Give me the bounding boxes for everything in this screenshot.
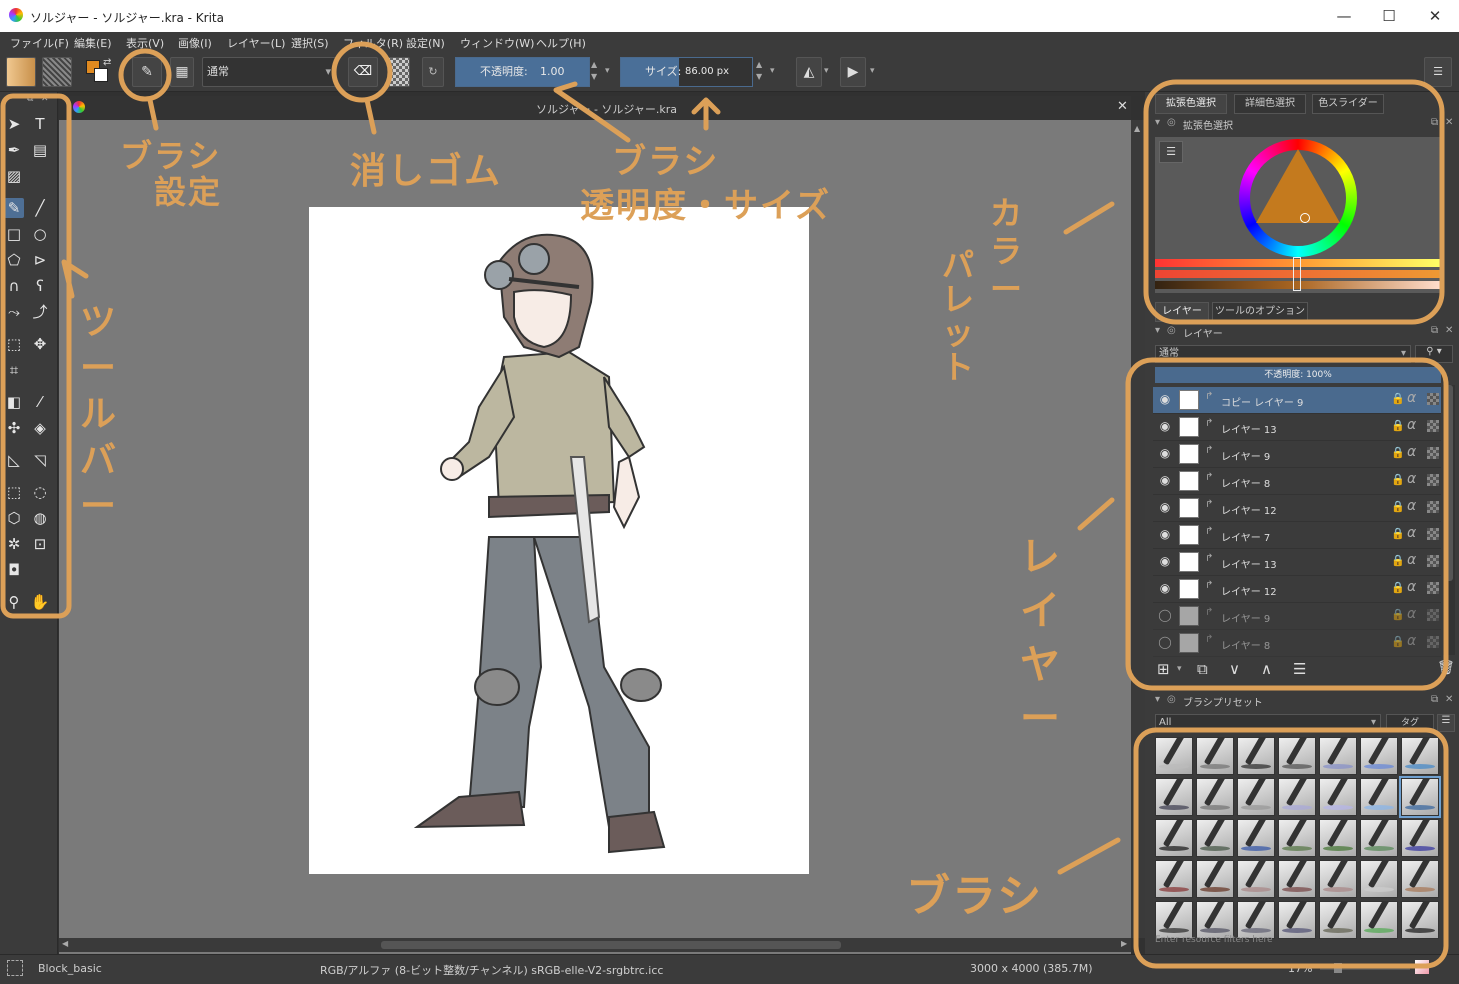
brush-settings-annotation-circle — [118, 48, 172, 102]
eraser-annotation-circle — [331, 41, 393, 103]
annotation-brush-settings: ブラシ 設定 — [120, 137, 223, 211]
annotation-eraser: 消しゴム — [350, 151, 503, 192]
annotation-color-label-1: カラー — [990, 194, 1025, 308]
annotation-opacity-size: ブラシ 透明度・サイズ — [580, 142, 831, 226]
brush-annotation-outline — [1133, 727, 1449, 969]
color-palette-annotation-outline — [1143, 79, 1445, 325]
annotation-brush: ブラシ — [906, 871, 1044, 922]
annotation-toolbar: ツールバー — [80, 302, 119, 527]
toolbar-annotation-outline — [0, 93, 72, 619]
layers-annotation-outline — [1125, 357, 1449, 691]
annotation-color-label-2: パレット — [942, 246, 977, 386]
annotation-layers: レイヤー — [1020, 534, 1062, 742]
